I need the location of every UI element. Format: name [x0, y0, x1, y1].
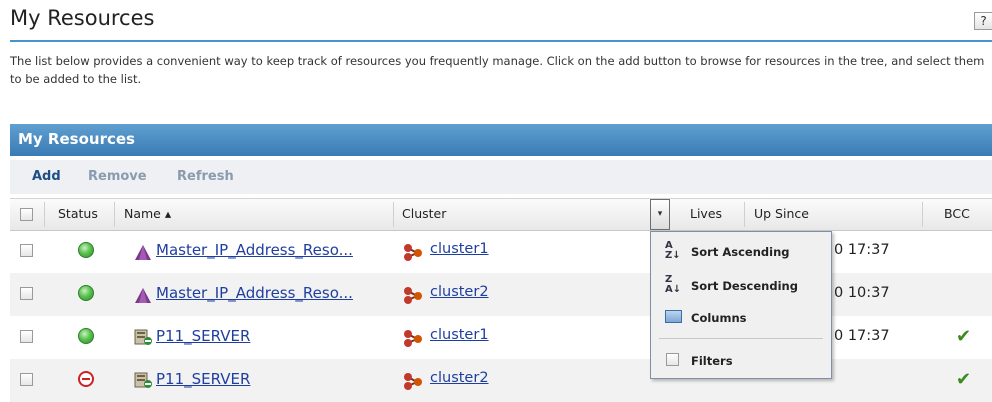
column-header-name[interactable]: Name ▴ [124, 199, 171, 230]
status-up-icon [78, 328, 94, 344]
refresh-button[interactable]: Refresh [177, 169, 234, 184]
cluster-link[interactable]: cluster1 [430, 241, 489, 257]
resource-name-link[interactable]: P11_SERVER [156, 370, 250, 388]
resource-name-link[interactable]: P11_SERVER [156, 327, 250, 345]
status-up-icon [78, 242, 94, 258]
cluster-link[interactable]: cluster2 [430, 284, 489, 300]
row-checkbox[interactable] [20, 330, 33, 343]
server-icon [134, 372, 152, 388]
up-since-value: 0 10:37 [834, 285, 890, 301]
column-menu: A Z↓ Sort Ascending Z A↓ Sort Descending C… [650, 231, 832, 379]
intro-text: The list below provides a convenient way… [10, 54, 985, 86]
columns-icon [665, 310, 682, 323]
menu-divider [659, 338, 823, 339]
sort-descending-item[interactable]: Z A↓ Sort Descending [651, 272, 831, 298]
remove-button[interactable]: Remove [88, 169, 147, 184]
panel-title: My Resources [18, 130, 135, 148]
column-header-bcc[interactable]: BCC [944, 199, 970, 230]
status-down-icon [78, 371, 94, 387]
filters-item[interactable]: Filters [651, 347, 831, 373]
title-divider [10, 40, 992, 42]
add-button[interactable]: Add [32, 169, 61, 184]
help-button[interactable]: ? [974, 12, 992, 30]
cluster-icon [404, 330, 422, 347]
row-checkbox[interactable] [20, 244, 33, 257]
column-menu-button[interactable]: ▾ [650, 199, 670, 230]
table-row[interactable]: P11_SERVER cluster1 0 17:37 ✔ [10, 316, 992, 359]
table-row[interactable]: Master_IP_Address_Reso... cluster1 0 17:… [10, 230, 992, 273]
column-header-status[interactable]: Status [58, 199, 98, 230]
panel-header: My Resources [10, 124, 992, 156]
cluster-icon [404, 373, 422, 390]
menu-item-label: Columns [691, 311, 747, 325]
server-icon [134, 329, 152, 345]
row-checkbox[interactable] [20, 287, 33, 300]
cluster-icon [404, 244, 422, 261]
ip-resource-icon [135, 288, 151, 303]
bcc-check-icon: ✔ [956, 369, 972, 390]
select-all-checkbox[interactable] [20, 208, 33, 221]
sort-descending-icon: Z A↓ [665, 274, 682, 295]
column-header-lives[interactable]: Lives [690, 199, 722, 230]
page-title: My Resources [10, 6, 155, 30]
menu-item-label: Sort Ascending [691, 245, 790, 259]
columns-item[interactable]: Columns [651, 304, 831, 330]
toolbar: Add Remove Refresh [10, 160, 992, 194]
row-checkbox[interactable] [20, 373, 33, 386]
column-header-up-since[interactable]: Up Since [754, 199, 809, 230]
menu-item-label: Filters [691, 354, 733, 368]
menu-item-label: Sort Descending [691, 279, 798, 293]
table-header-row: Status Name ▴ Cluster ▾ Lives Up Since B… [10, 198, 992, 231]
filters-checkbox[interactable] [666, 353, 679, 366]
up-since-value: 0 17:37 [834, 242, 890, 258]
table-row[interactable]: P11_SERVER cluster2 ✔ [10, 359, 992, 402]
sort-ascending-item[interactable]: A Z↓ Sort Ascending [651, 238, 831, 264]
bcc-check-icon: ✔ [956, 326, 972, 347]
table-row[interactable]: Master_IP_Address_Reso... cluster2 0 10:… [10, 273, 992, 316]
cluster-icon [404, 287, 422, 304]
cluster-link[interactable]: cluster2 [430, 370, 489, 386]
ip-resource-icon [135, 245, 151, 260]
sort-ascending-icon: A Z↓ [665, 240, 681, 261]
cluster-link[interactable]: cluster1 [430, 327, 489, 343]
status-up-icon [78, 285, 94, 301]
resource-name-link[interactable]: Master_IP_Address_Reso... [156, 241, 353, 259]
up-since-value: 0 17:37 [834, 328, 890, 344]
column-header-cluster[interactable]: Cluster [402, 199, 446, 230]
resource-name-link[interactable]: Master_IP_Address_Reso... [156, 284, 353, 302]
